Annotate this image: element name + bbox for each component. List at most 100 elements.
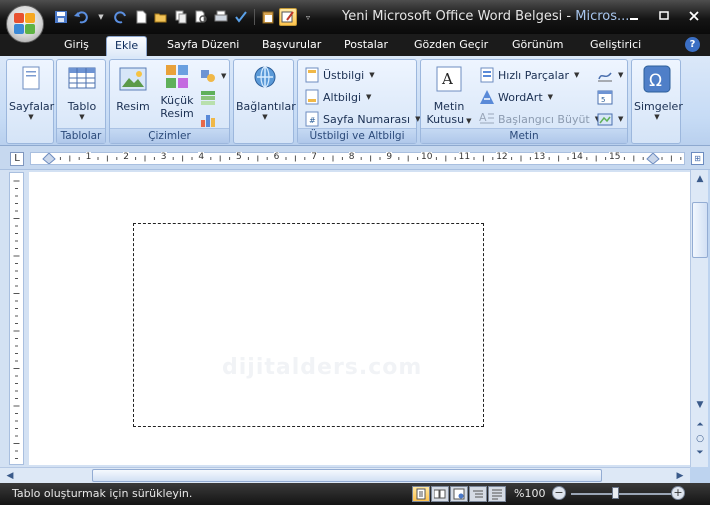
clipart-button[interactable]: Küçük Resim: [156, 62, 198, 128]
group-header-footer: Üstbilgi ▼ Altbilgi ▼ # Sayfa Numarası ▼ Üst…: [297, 59, 420, 144]
zoom-out-icon[interactable]: −: [552, 486, 566, 500]
draft-view-icon[interactable]: [488, 486, 506, 502]
table-button[interactable]: Tablo ▼: [60, 62, 104, 128]
ribbon: Sayfalar ▼ Tablo ▼ Tablolar Resim Küçük Re…: [0, 56, 710, 146]
tab-gorunum[interactable]: Görünüm: [512, 38, 563, 56]
pages-label: Sayfalar: [9, 100, 55, 113]
undo-dropdown-icon[interactable]: ▼: [92, 8, 110, 26]
next-page-icon[interactable]: ⏷: [692, 446, 708, 460]
browse-object-icon[interactable]: ○: [692, 432, 708, 446]
omega-icon: Ω: [643, 65, 671, 93]
ruler-number: 2: [123, 152, 129, 162]
links-button[interactable]: Bağlantılar ▼: [236, 62, 296, 128]
tab-gelistirici[interactable]: Geliştirici: [590, 38, 641, 56]
print-preview-icon[interactable]: [192, 8, 210, 26]
maximize-icon[interactable]: [656, 9, 672, 23]
header-button[interactable]: Üstbilgi ▼: [304, 65, 375, 85]
draw-table-icon[interactable]: [279, 8, 297, 26]
vertical-scrollbar[interactable]: ▲ ▼ ⏶ ○ ⏷: [690, 170, 708, 467]
customize-toolbar-icon[interactable]: ▿: [299, 8, 317, 26]
date-time-button[interactable]: 5: [597, 87, 613, 107]
table-label: Tablo: [67, 100, 97, 113]
horizontal-scrollbar[interactable]: ◀ ▶: [0, 467, 690, 483]
smartart-button[interactable]: [200, 88, 216, 108]
footer-icon: [305, 89, 319, 105]
ruler-ticks: [42, 153, 682, 164]
close-icon[interactable]: [686, 9, 702, 23]
vertical-scroll-thumb[interactable]: [692, 202, 708, 258]
open-folder-icon[interactable]: [152, 8, 170, 26]
view-buttons: [412, 486, 506, 502]
toolbar-separator: [254, 9, 255, 25]
previous-page-icon[interactable]: ⏶: [692, 418, 708, 432]
group-pages: Sayfalar ▼: [6, 59, 54, 144]
ruler-number: 14: [571, 152, 583, 162]
links-icon: [254, 66, 276, 88]
signature-line-icon: [598, 72, 612, 82]
smartart-icon: [201, 91, 215, 105]
horizontal-scroll-thumb[interactable]: [92, 469, 602, 482]
drop-cap-icon: A: [479, 111, 494, 124]
spellcheck-icon[interactable]: [232, 8, 250, 26]
print-icon[interactable]: [212, 8, 230, 26]
zoom-slider-track[interactable]: [571, 493, 671, 495]
tab-sayfa-duzeni[interactable]: Sayfa Düzeni: [167, 38, 239, 56]
pages-button[interactable]: Sayfalar ▼: [9, 62, 55, 128]
quick-parts-icon: [480, 67, 494, 83]
chart-button[interactable]: [200, 110, 216, 130]
object-button[interactable]: ▼: [597, 109, 623, 129]
copy-icon[interactable]: [172, 8, 190, 26]
minimize-icon[interactable]: [626, 9, 642, 23]
full-screen-reading-icon[interactable]: [431, 486, 449, 502]
symbols-button[interactable]: Ω Simgeler ▼: [634, 62, 683, 128]
tab-selector[interactable]: L: [10, 152, 24, 166]
tab-postalar[interactable]: Postalar: [344, 38, 388, 56]
window-controls: [626, 9, 702, 23]
group-links: Bağlantılar ▼: [233, 59, 296, 144]
ruler-number: 5: [236, 152, 242, 162]
tab-basvurular[interactable]: Başvurular: [262, 38, 321, 56]
group-label-illustrations: Çizimler: [110, 128, 229, 143]
shapes-button[interactable]: ▼: [200, 66, 226, 86]
textbox-label-line1: Metin: [433, 100, 465, 113]
scroll-right-icon[interactable]: ▶: [672, 469, 688, 483]
page-number-icon: #: [305, 111, 319, 127]
quick-parts-button[interactable]: Hızlı Parçalar ▼: [479, 65, 579, 85]
drawing-canvas[interactable]: [133, 223, 484, 427]
tab-giris[interactable]: Giriş: [64, 38, 89, 56]
tab-ekle[interactable]: Ekle: [106, 36, 148, 57]
outline-view-icon[interactable]: [469, 486, 487, 502]
ruler-number: 3: [160, 152, 167, 162]
picture-button[interactable]: Resim: [113, 62, 153, 128]
ruler-number: 9: [386, 152, 393, 162]
signature-line-button[interactable]: ▼: [597, 65, 623, 85]
tab-gozden-gecir[interactable]: Gözden Geçir: [414, 38, 488, 56]
office-button[interactable]: [6, 5, 44, 43]
group-symbols: Ω Simgeler ▼: [631, 59, 683, 144]
view-ruler-toggle-icon[interactable]: ⊞: [691, 152, 704, 165]
drop-cap-button[interactable]: A Başlangıcı Büyüt ▼: [479, 109, 600, 129]
ruler-number: 15: [609, 152, 621, 162]
scroll-left-icon[interactable]: ◀: [2, 469, 18, 483]
scroll-down-icon[interactable]: ▼: [692, 398, 708, 412]
footer-button[interactable]: Altbilgi ▼: [304, 87, 371, 107]
save-icon[interactable]: [52, 8, 70, 26]
shapes-icon: [201, 70, 215, 82]
new-document-icon[interactable]: [132, 8, 150, 26]
group-text: A Metin Kutusu ▼ Hızlı Parçalar ▼ WordArt ▼…: [420, 59, 628, 144]
undo-icon[interactable]: [72, 8, 90, 26]
wordart-button[interactable]: WordArt ▼: [479, 87, 553, 107]
print-layout-icon[interactable]: [412, 486, 430, 502]
help-icon[interactable]: ?: [685, 37, 700, 52]
redo-icon[interactable]: [112, 8, 130, 26]
wordart-label: WordArt: [498, 90, 543, 104]
zoom-in-icon[interactable]: +: [671, 486, 685, 500]
zoom-slider-thumb[interactable]: [612, 487, 619, 499]
paste-icon[interactable]: [259, 8, 277, 26]
zoom-level[interactable]: %100: [514, 487, 545, 500]
wordart-icon: [480, 90, 494, 104]
textbox-button[interactable]: A Metin Kutusu ▼: [424, 62, 474, 128]
scroll-up-icon[interactable]: ▲: [692, 172, 708, 186]
web-layout-icon[interactable]: [450, 486, 468, 502]
page-number-button[interactable]: # Sayfa Numarası ▼: [304, 109, 420, 129]
